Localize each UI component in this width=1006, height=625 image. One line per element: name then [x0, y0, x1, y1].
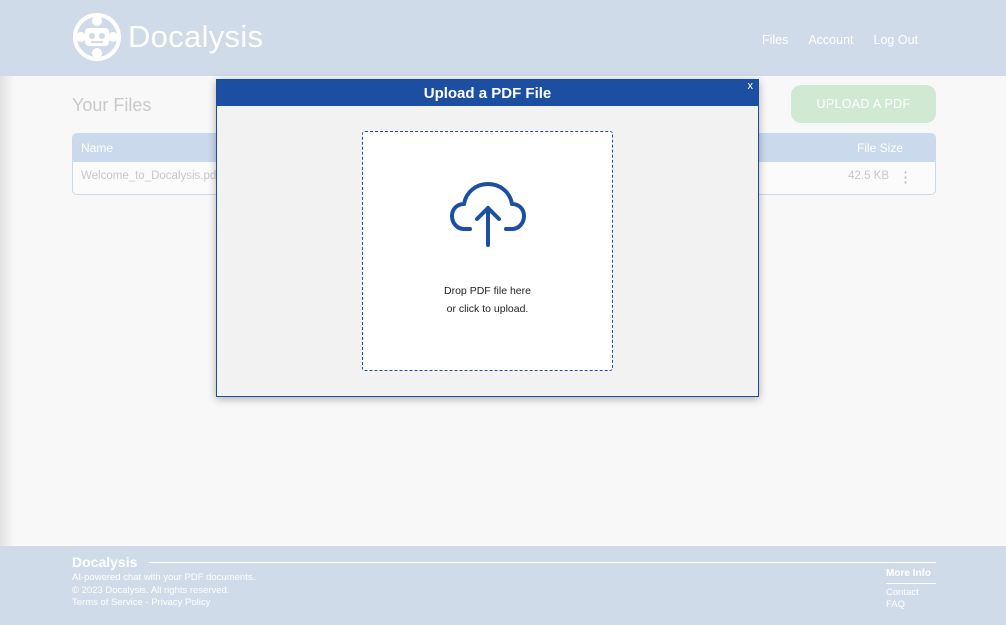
site-footer: Docalysis AI-powered chat with your PDF … [0, 546, 1006, 625]
robot-logo-icon [73, 13, 121, 61]
footer-legal-links: Terms of Service - Privacy Policy [72, 597, 210, 608]
drop-instructions-line1: Drop PDF file here [444, 285, 531, 297]
footer-contact-link[interactable]: Contact [886, 587, 919, 598]
nav-account-link[interactable]: Account [808, 33, 853, 47]
edge-shadow [0, 76, 14, 546]
column-header-name: Name [81, 141, 114, 155]
modal-header: Upload a PDF File x [217, 80, 758, 106]
footer-tagline: AI-powered chat with your PDF documents. [72, 572, 256, 583]
column-header-file-size: File Size [856, 141, 903, 155]
drop-instructions-line2: or click to upload. [446, 303, 529, 315]
more-options-icon[interactable]: ⋮ [898, 168, 913, 186]
footer-divider [149, 562, 936, 563]
upload-pdf-button[interactable]: UPLOAD A PDF [791, 85, 936, 123]
nav-logout-link[interactable]: Log Out [874, 33, 918, 47]
privacy-policy-link[interactable]: Privacy Policy [151, 597, 210, 608]
close-button[interactable]: x [748, 80, 754, 92]
footer-faq-link[interactable]: FAQ [886, 599, 905, 610]
nav-files-link[interactable]: Files [762, 33, 788, 47]
brand-name: Docalysis [128, 19, 264, 54]
top-nav: Files Account Log Out [762, 33, 918, 47]
file-size: 42.5 KB [848, 170, 889, 182]
footer-more-info-heading: More Info [886, 568, 931, 579]
cloud-upload-icon [450, 182, 526, 247]
terms-of-service-link[interactable]: Terms of Service [72, 597, 143, 608]
page-title: Your Files [72, 95, 152, 115]
pdf-dropzone[interactable]: Drop PDF file here or click to upload. [362, 131, 613, 371]
footer-more-info-divider [886, 583, 936, 584]
footer-brand: Docalysis [72, 554, 138, 570]
modal-title: Upload a PDF File [423, 85, 552, 102]
upload-modal: Upload a PDF File x Drop PDF file here o… [216, 79, 759, 397]
footer-copyright: © 2023 Docalysis. All rights reserved. [72, 585, 230, 596]
logo[interactable]: Docalysis [72, 12, 263, 62]
file-name[interactable]: Welcome_to_Docalysis.pdf [81, 170, 220, 182]
legal-separator: - [142, 597, 152, 608]
site-header: Docalysis Files Account Log Out [0, 0, 1006, 76]
